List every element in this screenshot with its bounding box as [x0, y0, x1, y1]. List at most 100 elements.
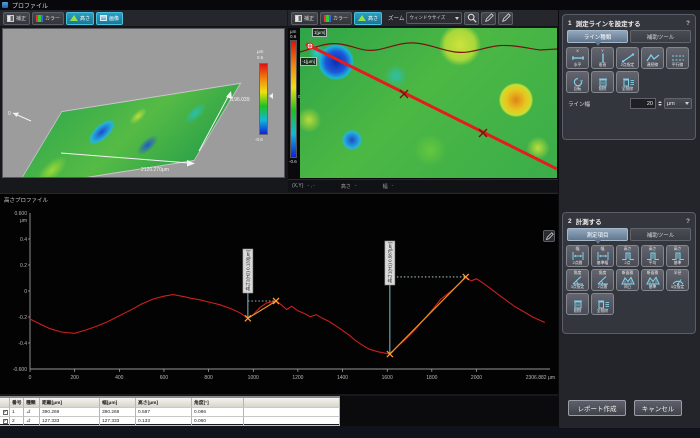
magnifier-button[interactable] — [464, 12, 479, 25]
cell-distance: 127.333 — [40, 417, 100, 426]
correction-button-2d[interactable]: 補正 — [291, 12, 318, 25]
color-icon — [36, 15, 43, 22]
tool-parallel-lines[interactable]: 平行線 — [666, 47, 689, 69]
x-tick-label: 600 — [160, 375, 169, 381]
measure-delete-all[interactable]: 全削除 — [591, 293, 614, 315]
view-2d[interactable]: μm 0.6 0 -0.6 1[μm] -1[μm] — [288, 28, 558, 179]
tool-delete-all-lines[interactable]: 全削除 — [616, 71, 639, 93]
header-height: 高さ[μm] — [136, 398, 192, 408]
row-checkbox[interactable]: ✓ — [3, 419, 8, 424]
radius-measure-icon — [671, 275, 685, 285]
correction-button[interactable]: 補正 — [3, 12, 30, 25]
line-width-unit-select[interactable]: μm — [664, 98, 692, 109]
bottom-strip — [0, 426, 558, 438]
tab-aux-tools-2[interactable]: 補助ツール — [630, 228, 691, 241]
x-tick-label: 800 — [204, 375, 213, 381]
scale-max-label: 0.6 — [290, 34, 296, 39]
colorbar-3d[interactable] — [259, 63, 268, 135]
polyline-icon — [646, 53, 660, 63]
image-view-button[interactable]: 画像 — [96, 12, 123, 25]
tool-continuous-line[interactable]: 連続線 — [641, 47, 664, 69]
line-width-input[interactable]: 20 — [630, 98, 656, 109]
help-icon[interactable]: ? — [686, 20, 690, 27]
measure-area-profile[interactable]: 断面積凹凸 — [616, 269, 639, 291]
tab-line-type[interactable]: ライン種類 — [567, 30, 628, 43]
trash-all-icon — [596, 299, 610, 309]
cell-height: 0.133 — [136, 417, 192, 426]
color-button[interactable]: カラー — [32, 12, 64, 25]
width-label: 幅 — [383, 183, 388, 190]
row-checkbox[interactable]: ✓ — [3, 410, 8, 415]
cancel-button[interactable]: キャンセル — [634, 400, 682, 416]
tool-two-point-line[interactable]: 2点指定 — [616, 47, 639, 69]
x-tick-label: 1800 — [426, 375, 437, 381]
axis-depth-label: 1196.039 — [229, 97, 249, 103]
view-3d[interactable]: 0 2120.270μm 1196.039 μm 0.6 -0.6 — [2, 28, 285, 178]
mountain-icon — [358, 15, 366, 21]
tool-rotate-line[interactable]: 回転 — [566, 71, 589, 93]
chevron-down-icon — [455, 17, 459, 20]
measurement-line[interactable] — [390, 277, 466, 354]
zoom-label: ズーム — [388, 14, 404, 22]
tab-aux-tools-1[interactable]: 補助ツール — [630, 30, 691, 43]
help-icon[interactable]: ? — [686, 218, 690, 225]
profile-chart[interactable]: 0200400600800100012001400160018002000230… — [0, 194, 558, 395]
color-button-2d[interactable]: カラー — [320, 12, 352, 25]
title-bar: プロファイル — [0, 0, 700, 10]
trace-min-label: -1[μm] — [300, 57, 317, 66]
tool-horizontal-line[interactable]: X水平 — [566, 47, 589, 69]
area-measure-icon — [621, 275, 635, 285]
cell-angle: 0.060 — [192, 417, 244, 426]
spin-down-icon — [658, 104, 662, 106]
cell-distance: 390.269 — [40, 408, 100, 417]
height-map[interactable]: 1[μm] -1[μm] — [300, 28, 557, 178]
axis-origin-label: 0 — [8, 111, 11, 117]
x-tick-label: 0 — [29, 375, 32, 381]
x-tick-label: 1000 — [248, 375, 259, 381]
colorbar-2d[interactable] — [290, 40, 297, 158]
line-width-stepper[interactable] — [658, 101, 662, 106]
create-report-button[interactable]: レポート作成 — [568, 400, 626, 416]
measure-radius-3point[interactable]: 半径3点指定 — [666, 269, 689, 291]
measure-area-reference[interactable]: 断面積基準 — [641, 269, 664, 291]
measure-angle-2point[interactable]: 角度2点間 — [591, 269, 614, 291]
y-tick-label: 0 — [24, 289, 27, 295]
angle-measure-icon — [571, 275, 585, 285]
zoom-select[interactable]: ウィンドウサイズ — [406, 12, 462, 24]
measure-height-2point[interactable]: 高さ2点 — [616, 245, 639, 267]
xy-value: - , - — [307, 183, 315, 189]
measurement-line-2d — [306, 44, 557, 169]
measure-height-average[interactable]: 高さ平均 — [641, 245, 664, 267]
axis-width-label: 2120.270μm — [141, 167, 169, 173]
horizontal-line-icon — [571, 53, 585, 63]
height-view-button-2d[interactable]: 高さ — [354, 12, 382, 25]
toolbar-3d-view: 補正 カラー 高さ 画像 — [0, 10, 287, 27]
x-end-label: 2306.882 μm — [526, 375, 555, 381]
y-max-label: 0.600 — [14, 211, 27, 217]
erase-line-button[interactable] — [498, 12, 513, 25]
x-tick-label: 1600 — [382, 375, 393, 381]
action-buttons: レポート作成 キャンセル — [559, 400, 700, 416]
header-no: 番号 — [10, 398, 24, 408]
width-measure-icon — [571, 251, 585, 261]
measure-height-reference[interactable]: 高さ基準 — [666, 245, 689, 267]
measure-width-reference[interactable]: 幅基準幅 — [591, 245, 614, 267]
xy-label: (X,Y) — [292, 183, 303, 189]
draw-line-button[interactable] — [481, 12, 496, 25]
mountain-icon — [70, 15, 78, 21]
magnifier-icon — [467, 13, 477, 23]
colorbar-slider[interactable] — [269, 93, 273, 99]
measurement-line[interactable] — [248, 301, 276, 318]
height-view-button[interactable]: 高さ — [66, 12, 94, 25]
cell-height: 0.587 — [136, 408, 192, 417]
tab-measurement-items[interactable]: 測定項目 — [567, 228, 628, 241]
status-bar-2d: (X,Y) - , - 高さ - 幅 - — [288, 179, 558, 192]
x-tick-label: 400 — [115, 375, 124, 381]
measure-delete[interactable]: 削除 — [566, 293, 589, 315]
tool-delete-line[interactable]: 削除 — [591, 71, 614, 93]
measure-angle-3point[interactable]: 角度3点指定 — [566, 269, 589, 291]
measure-width-2point[interactable]: 幅2点間 — [566, 245, 589, 267]
panel2-number: 2 — [568, 218, 572, 225]
tool-vertical-line[interactable]: Y垂直 — [591, 47, 614, 69]
cell-width: 390.268 — [100, 408, 136, 417]
